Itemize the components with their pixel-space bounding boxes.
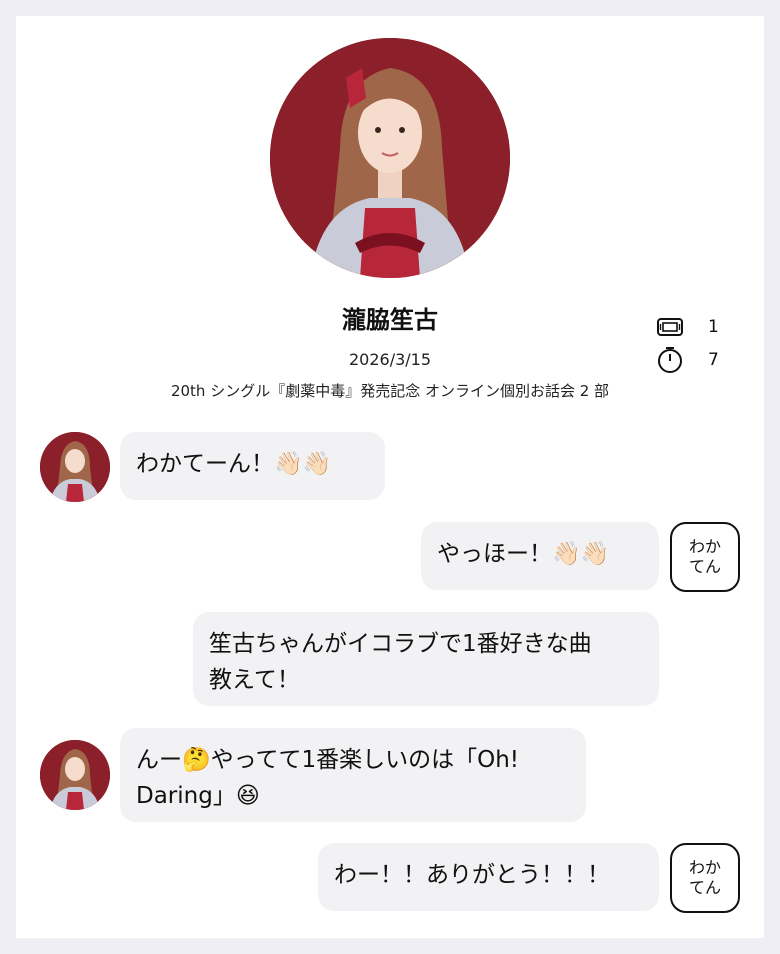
ticket-icon bbox=[657, 318, 683, 336]
time-count: 7 bbox=[708, 350, 719, 370]
idol-avatar bbox=[40, 432, 110, 502]
event-title: 20th シングル『劇薬中毒』発売記念 オンライン個別お話会 2 部 bbox=[170, 382, 610, 400]
ticket-count: 1 bbox=[708, 317, 719, 337]
profile-photo bbox=[270, 38, 510, 278]
ticket-stat: 1 bbox=[656, 312, 736, 342]
message-bubble: んー🤔やってて1番楽しいのは「Oh! Daring」😆 bbox=[120, 728, 586, 822]
sender-tag: わか てん bbox=[670, 522, 740, 592]
message-bubble: わかてーん！👋🏻👋🏻 bbox=[120, 432, 385, 500]
time-stat: 7 bbox=[656, 345, 736, 375]
message-bubble: 笙古ちゃんがイコラブで1番好きな曲 教えて！ bbox=[193, 612, 659, 706]
idol-avatar bbox=[40, 740, 110, 810]
message-bubble: わー！！ありがとう！！！ bbox=[318, 843, 659, 911]
sender-tag: わか てん bbox=[670, 843, 740, 913]
message-bubble: やっほー！👋🏻👋🏻 bbox=[421, 522, 659, 590]
stopwatch-icon bbox=[658, 347, 682, 373]
